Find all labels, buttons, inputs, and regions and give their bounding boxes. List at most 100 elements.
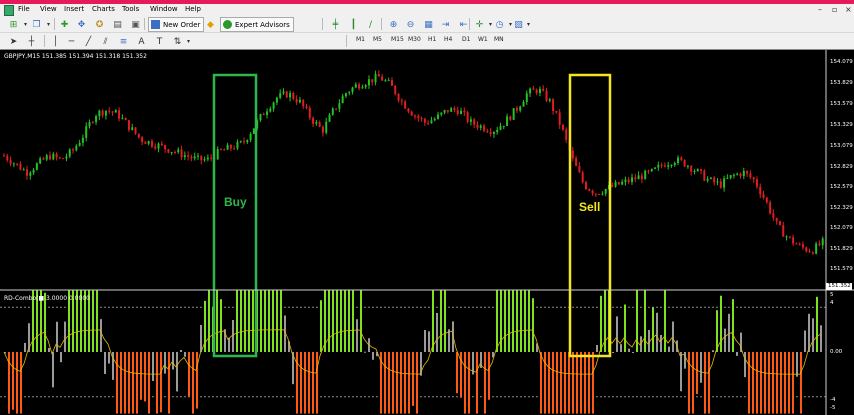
menu-tools[interactable]: Tools [122,5,139,13]
timeframe-m5[interactable]: M5 [373,36,382,43]
metaeditor-icon[interactable]: ◆ [203,17,218,32]
candle-body [85,126,88,138]
candle-body [591,190,594,194]
candle-body [29,172,32,176]
candle-body [289,92,292,98]
candle-body [98,110,101,117]
histogram-bar [792,352,794,414]
price-label: 153.329 [830,122,853,128]
candle-body [325,121,328,133]
zoom-out-icon[interactable]: ⊖ [403,17,418,32]
chart-window[interactable]: GBPJPY,M15 151.385 151.394 151.318 151.3… [0,49,854,415]
candle-body [141,137,144,142]
crosshair-icon[interactable]: ┼ [24,34,39,49]
histogram-bar [756,352,758,414]
text-icon[interactable]: A [134,34,149,49]
restore-icon[interactable]: ▫ [832,5,837,14]
histogram-bar [560,352,562,414]
vertical-line-icon[interactable]: │ [48,34,63,49]
menu-insert[interactable]: Insert [64,5,84,13]
histogram-bar [200,324,202,352]
histogram-bar [176,352,178,392]
candle-body [321,126,324,133]
expert-advisors-button[interactable]: Expert Advisors [220,17,294,32]
minimize-icon[interactable]: – [818,5,822,14]
candle-body [308,107,311,118]
trendline-icon[interactable]: ╱ [81,34,96,49]
dropdown-arrow-icon[interactable]: ▾ [181,34,196,49]
candle-body [91,122,94,124]
candle-body [75,145,78,151]
strategy-tester-icon[interactable]: ▣ [128,17,143,32]
tile-windows-icon[interactable]: ▦ [421,17,436,32]
candle-body [437,114,440,119]
data-window-icon[interactable]: ✥ [74,17,89,32]
timeframe-m1[interactable]: M1 [356,36,365,43]
histogram-bar [336,290,338,352]
candle-body [42,158,45,160]
candle-body [762,194,765,198]
price-label: 152.579 [830,184,853,190]
timeframe-mn[interactable]: MN [494,36,504,43]
bar-chart-icon[interactable]: ╪ [328,17,343,32]
candlesticks-icon[interactable]: ┃ [346,17,361,32]
channel-icon[interactable]: ⫽ [98,34,113,49]
timeframe-h4[interactable]: H4 [444,36,452,43]
app-icon [4,5,14,16]
candle-body [584,182,587,190]
candle-body [170,152,173,154]
timeframe-m15[interactable]: M15 [391,36,404,43]
timeframe-h1[interactable]: H1 [428,36,436,43]
dropdown-arrow-icon[interactable]: ▾ [521,17,536,32]
candle-body [305,106,308,108]
close-icon[interactable]: × [845,5,852,14]
histogram-bar [364,351,366,353]
autoscroll-icon[interactable]: ⇥ [438,17,453,32]
candle-body [588,189,591,191]
candle-body [703,170,706,181]
market-watch-icon[interactable]: ✚ [57,17,72,32]
new-order-button[interactable]: New Order [148,17,205,32]
cursor-icon[interactable]: ➤ [6,34,21,49]
candle-body [114,110,117,113]
price-label: 151.579 [830,266,853,272]
menu-view[interactable]: View [40,5,57,13]
price-candles [3,70,824,255]
chart-canvas[interactable] [0,50,854,415]
menu-file[interactable]: File [18,5,30,13]
histogram-bar [436,312,438,352]
candle-body [677,157,680,163]
text-label-icon[interactable]: T [152,34,167,49]
histogram-bar [268,290,270,352]
candle-body [394,85,397,95]
candle-body [187,155,190,157]
histogram-bar [20,352,22,414]
line-chart-icon[interactable]: ∕ [363,17,378,32]
terminal-icon[interactable]: ▤ [110,17,125,32]
candle-body [177,149,180,153]
histogram-bar [524,290,526,352]
candle-body [88,122,91,127]
candle-body [535,89,538,94]
navigator-icon[interactable]: ✪ [92,17,107,32]
candle-body [515,108,518,111]
timeframe-d1[interactable]: D1 [462,36,470,43]
menu-window[interactable]: Window [150,5,178,13]
candle-body [785,236,788,238]
fibonacci-icon[interactable]: ≡ [116,34,131,49]
candle-body [486,130,489,133]
candle-body [246,140,249,143]
histogram-bar [440,290,442,352]
candle-body [72,149,75,151]
horizontal-line-icon[interactable]: ─ [64,34,79,49]
histogram-bar [400,352,402,414]
timeframe-m30[interactable]: M30 [408,36,421,43]
timeframe-w1[interactable]: W1 [478,36,488,43]
histogram-bar [780,352,782,414]
histogram-bar [108,352,110,364]
candle-body [134,127,137,134]
menu-help[interactable]: Help [185,5,201,13]
menu-charts[interactable]: Charts [92,5,115,13]
zoom-in-icon[interactable]: ⊕ [386,17,401,32]
candle-body [456,110,459,115]
